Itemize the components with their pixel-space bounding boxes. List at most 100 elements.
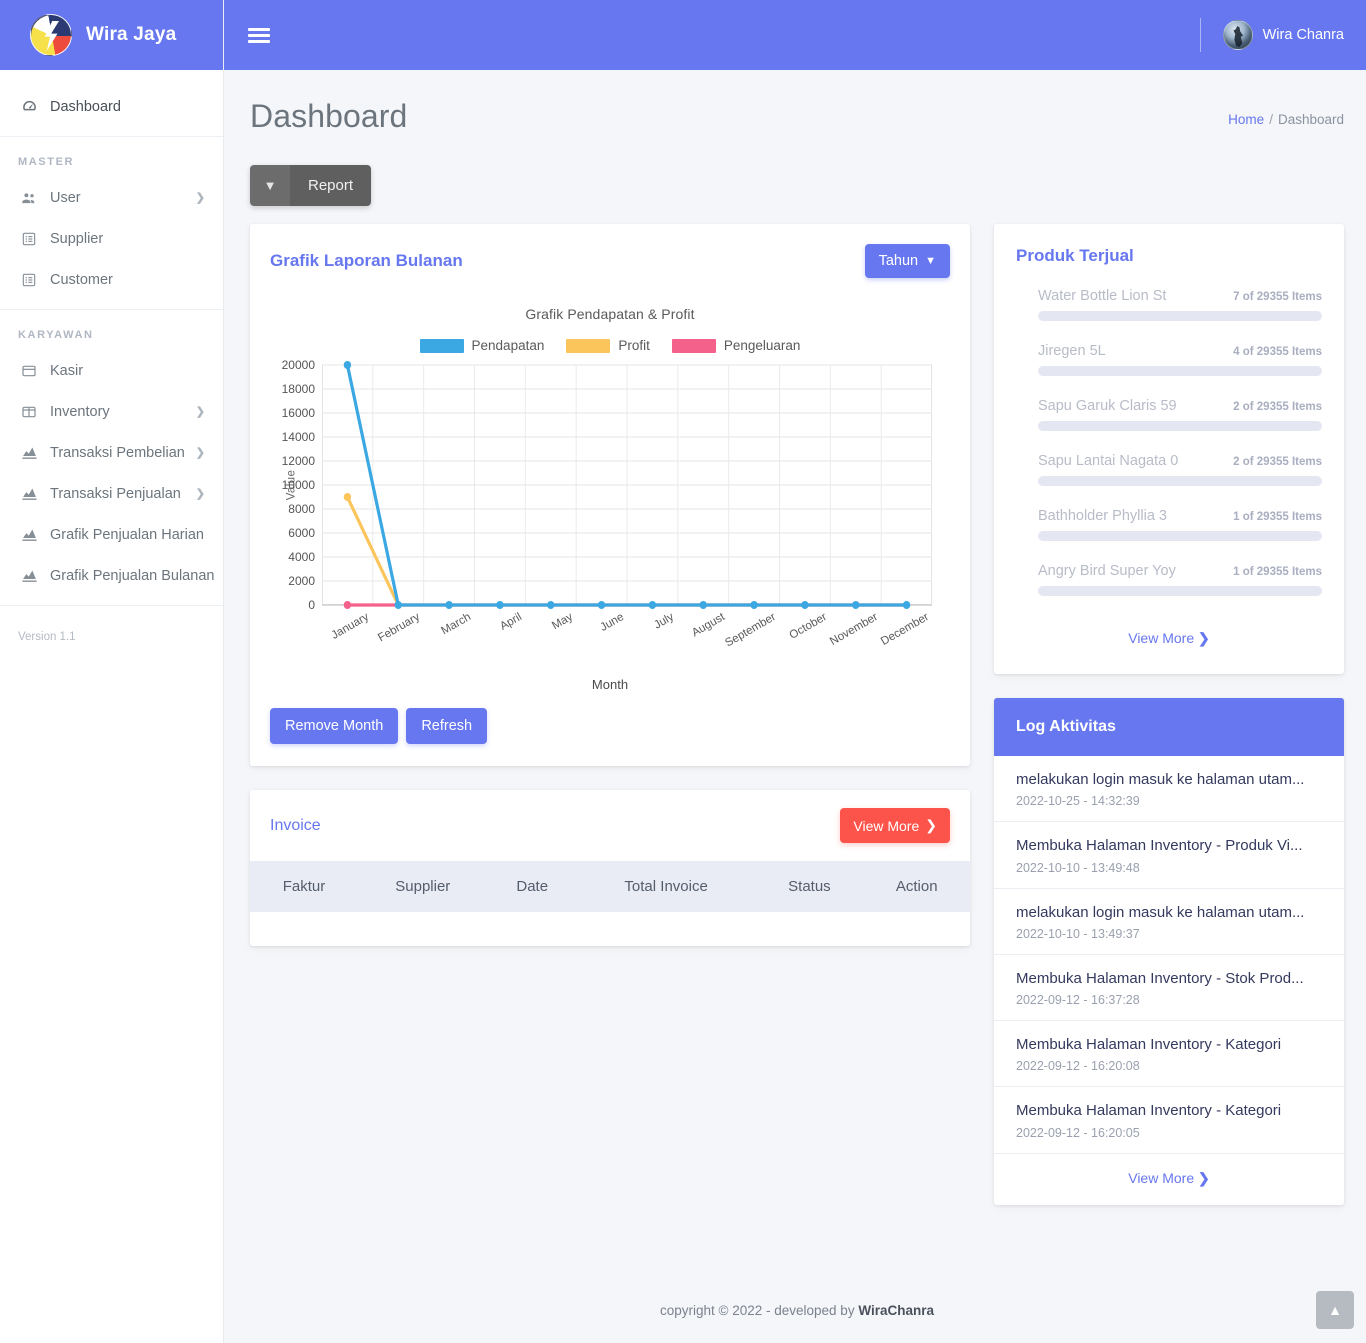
sidebar-item-transaksi-penjualan[interactable]: Transaksi Penjualan ❯ [0,473,223,514]
user-menu[interactable]: Wira Chanra [1223,20,1344,50]
chart-y-tick: 6000 [288,526,315,540]
report-button-wrap: ▼ Report [250,165,1344,206]
produk-terjual-item-header: Jiregen 5L4 of 29355 Items [1038,343,1322,359]
chart-x-tick: August [690,611,727,639]
invoice-table-body [250,912,970,946]
sidebar-item-inventory[interactable]: Inventory ❯ [0,391,223,432]
chevron-right-icon: ❯ [196,446,205,459]
list-alt-icon [18,272,40,288]
log-aktivitas-view-more-link[interactable]: View More ❯ [1128,1170,1210,1186]
sidebar-item-supplier[interactable]: Supplier [0,218,223,259]
list-alt-icon [18,231,40,247]
log-item-text: Membuka Halaman Inventory - Stok Prod... [1016,969,1322,989]
sidebar-nav: Dashboard MASTER User ❯ Supplier [0,70,223,643]
chevron-up-icon: ▲ [1328,1302,1342,1318]
produk-terjual-item-name: Bathholder Phyllia 3 [1038,508,1167,524]
produk-terjual-view-more-link[interactable]: View More ❯ [1128,630,1210,646]
produk-terjual-item-header: Bathholder Phyllia 3 1 of 29355 Items [1038,508,1322,524]
produk-terjual-list: Water Bottle Lion St7 of 29355 ItemsJire… [994,274,1344,596]
page-title: Dashboard [250,98,407,135]
sidebar-item-customer[interactable]: Customer [0,259,223,300]
log-item[interactable]: Membuka Halaman Inventory - Produk Vi...… [994,822,1344,888]
chart-card-header: Grafik Laporan Bulanan Tahun ▼ [250,224,970,284]
brand-name: Wira Jaya [86,24,176,46]
produk-terjual-item: Jiregen 5L4 of 29355 Items [1016,343,1322,376]
log-item[interactable]: melakukan login masuk ke halaman utam...… [994,889,1344,955]
columns-icon [18,404,40,420]
chart-title: Grafik Pendapatan & Profit [270,298,950,338]
produk-terjual-item-name: Water Bottle Lion St [1038,288,1166,304]
sidebar-item-grafik-penjualan-harian[interactable]: Grafik Penjualan Harian [0,514,223,555]
produk-terjual-item-name: Jiregen 5L [1038,343,1106,359]
log-item-timestamp: 2022-09-12 - 16:37:28 [1016,993,1322,1007]
sidebar-divider-1 [0,136,223,137]
invoice-view-more-button[interactable]: View More ❯ [840,808,950,843]
chart-svg [322,365,932,605]
legend-item[interactable]: Pendapatan [420,338,545,353]
chevron-right-icon: ❯ [196,191,205,204]
log-item[interactable]: melakukan login masuk ke halaman utam...… [994,756,1344,822]
log-item[interactable]: Membuka Halaman Inventory - Stok Prod...… [994,955,1344,1021]
sidebar-item-label: Customer [50,272,205,288]
produk-terjual-item: Angry Bird Super Yoy1 of 29355 Items [1016,563,1322,596]
chevron-right-icon: ❯ [196,487,205,500]
topbar-divider [1200,18,1201,52]
invoice-view-more-label: View More [853,818,919,834]
log-item-timestamp: 2022-09-12 - 16:20:05 [1016,1126,1322,1140]
log-item-timestamp: 2022-09-12 - 16:20:08 [1016,1059,1322,1073]
refresh-button[interactable]: Refresh [406,708,487,744]
chart-container: Grafik Pendapatan & Profit Pendapatan Pr… [250,284,970,702]
report-dropdown-button[interactable]: ▼ Report [250,165,371,206]
sidebar-item-label: Grafik Penjualan Harian [50,527,205,543]
window-icon [18,363,40,379]
column-header-faktur: Faktur [250,861,358,912]
produk-terjual-title: Produk Terjual [994,224,1344,274]
chevron-right-icon: ❯ [1198,1170,1210,1186]
page-footer: copyright © 2022 - developed by WiraChan… [224,1277,1366,1343]
breadcrumb-home-link[interactable]: Home [1228,112,1264,127]
sidebar-item-label: Dashboard [50,99,205,115]
log-item-text: melakukan login masuk ke halaman utam... [1016,903,1322,923]
produk-terjual-item-count: 2 of 29355 Items [1233,401,1322,413]
sidebar-item-grafik-penjualan-bulanan[interactable]: Grafik Penjualan Bulanan [0,555,223,596]
chevron-down-icon[interactable]: ▼ [250,165,290,206]
scroll-to-top-button[interactable]: ▲ [1316,1291,1354,1329]
sidebar-divider-3 [0,605,223,606]
sidebar-divider-2 [0,309,223,310]
hamburger-icon[interactable] [248,28,270,43]
column-header-total-invoice: Total Invoice [577,861,756,912]
sidebar-item-label: Supplier [50,231,205,247]
sidebar-item-kasir[interactable]: Kasir [0,350,223,391]
chart-x-tick: June [598,611,626,634]
remove-month-button[interactable]: Remove Month [270,708,398,744]
log-item[interactable]: Membuka Halaman Inventory - Kategori2022… [994,1021,1344,1087]
chevron-down-icon: ▼ [925,255,936,267]
log-item[interactable]: Membuka Halaman Inventory - Kategori2022… [994,1087,1344,1153]
brand-header[interactable]: Wira Jaya [0,0,223,70]
column-header-action: Action [863,861,970,912]
chart-x-tick: February [376,611,422,644]
year-filter-button[interactable]: Tahun ▼ [865,244,950,278]
produk-terjual-item-name: Sapu Lantai Nagata 0 [1038,453,1178,469]
user-name: Wira Chanra [1263,27,1344,43]
produk-terjual-item-count: 1 of 29355 Items [1233,511,1322,523]
log-item-timestamp: 2022-10-10 - 13:49:37 [1016,927,1322,941]
produk-terjual-item-count: 1 of 29355 Items [1233,566,1322,578]
chart-y-tick: 4000 [288,550,315,564]
right-column: Produk Terjual Water Bottle Lion St7 of … [994,224,1344,1205]
chart-y-tick: 10000 [282,478,315,492]
chart-x-tick: January [330,611,371,642]
log-item-text: Membuka Halaman Inventory - Produk Vi... [1016,836,1322,856]
sidebar-item-user[interactable]: User ❯ [0,177,223,218]
legend-item[interactable]: Profit [566,338,650,353]
sidebar-item-dashboard[interactable]: Dashboard [0,86,223,127]
left-column: Grafik Laporan Bulanan Tahun ▼ Grafik Pe… [250,224,970,970]
chart-legend: Pendapatan Profit Pengeluaran [270,338,950,353]
log-item-text: melakukan login masuk ke halaman utam... [1016,770,1322,790]
log-item-timestamp: 2022-10-10 - 13:49:48 [1016,861,1322,875]
column-header-date: Date [488,861,577,912]
chart-plot-area[interactable]: Value JanuaryFebruaryMarchAprilMayJuneJu… [322,365,932,605]
sidebar-item-transaksi-pembelian[interactable]: Transaksi Pembelian ❯ [0,432,223,473]
legend-item[interactable]: Pengeluaran [672,338,801,353]
chevron-right-icon: ❯ [196,405,205,418]
